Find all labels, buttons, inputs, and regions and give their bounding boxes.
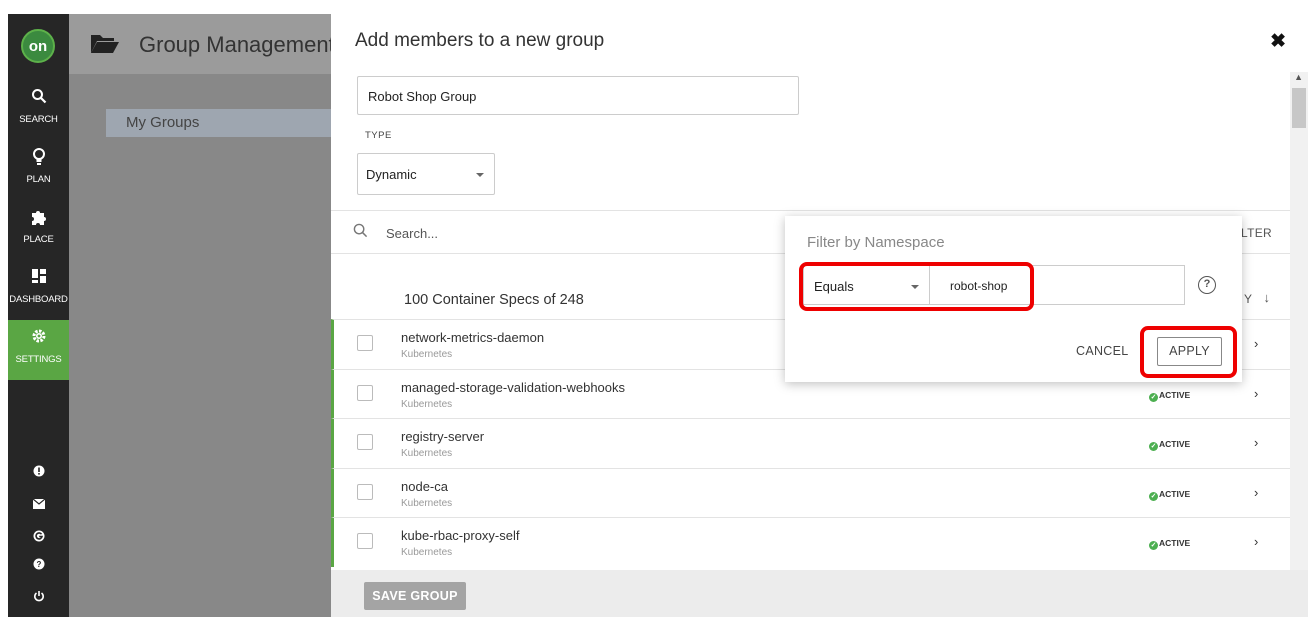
- scrollbar-thumb[interactable]: [1292, 88, 1306, 128]
- nav-plan-label: PLAN: [26, 174, 51, 185]
- table-row[interactable]: kube-rbac-proxy-self Kubernetes ✓ ACTIVE …: [331, 517, 1290, 567]
- nav-settings[interactable]: SETTINGS: [8, 320, 69, 380]
- operator-select-value: Equals: [814, 279, 854, 294]
- chevron-right-icon[interactable]: ›: [1254, 386, 1258, 401]
- row-type: Kubernetes: [401, 498, 453, 509]
- check-circle-icon: ✓: [1149, 442, 1158, 451]
- nav-dashboard[interactable]: DASHBOARD: [8, 260, 69, 320]
- left-nav: on SEARCH PLAN PLACE DASHBOARD SETTINGS …: [8, 14, 69, 617]
- row-checkbox[interactable]: [357, 434, 373, 450]
- logo[interactable]: on: [21, 29, 55, 63]
- nav-search[interactable]: SEARCH: [8, 80, 69, 140]
- nav-place-label: PLACE: [23, 234, 54, 245]
- type-select-value: Dynamic: [366, 167, 417, 182]
- popover-title: Filter by Namespace: [807, 234, 945, 251]
- arrow-down-icon[interactable]: ↓: [1264, 290, 1271, 305]
- group-name-input[interactable]: Robot Shop Group: [357, 76, 799, 115]
- row-type: Kubernetes: [401, 399, 453, 410]
- result-count: 100 Container Specs of 248: [404, 292, 584, 308]
- status-text: ACTIVE: [1159, 439, 1191, 449]
- check-circle-icon: ✓: [1149, 393, 1158, 402]
- svg-text:?: ?: [36, 560, 41, 569]
- dashboard-icon: [8, 268, 69, 289]
- status-badge: ✓ ACTIVE: [1149, 538, 1190, 550]
- status-text: ACTIVE: [1159, 538, 1191, 548]
- nav-plan[interactable]: PLAN: [8, 140, 69, 200]
- help-icon[interactable]: ?: [8, 555, 69, 577]
- row-name: node-ca: [401, 479, 448, 494]
- close-icon[interactable]: ✖: [1270, 30, 1286, 53]
- status-badge: ✓ ACTIVE: [1149, 489, 1190, 501]
- chevron-down-icon: [911, 285, 919, 289]
- nav-search-label: SEARCH: [19, 114, 58, 125]
- modal-title: Add members to a new group: [355, 30, 605, 51]
- row-type: Kubernetes: [401, 349, 453, 360]
- search-input[interactable]: Search...: [386, 226, 438, 241]
- puzzle-icon: [8, 208, 69, 231]
- namespace-input[interactable]: robot-shop: [929, 265, 1185, 305]
- chevron-right-icon[interactable]: ›: [1254, 485, 1258, 500]
- search-icon: [353, 223, 368, 242]
- row-type: Kubernetes: [401, 448, 453, 459]
- row-name: network-metrics-daemon: [401, 330, 545, 345]
- app-frame: on SEARCH PLAN PLACE DASHBOARD SETTINGS …: [8, 14, 1308, 617]
- sort-label[interactable]: Y: [1244, 292, 1252, 306]
- power-icon[interactable]: [8, 587, 69, 609]
- g-icon[interactable]: [8, 527, 69, 549]
- row-checkbox[interactable]: [357, 533, 373, 549]
- filter-popover: Filter by Namespace Equals robot-shop ? …: [785, 216, 1242, 382]
- type-label: TYPE: [365, 130, 392, 141]
- chevron-right-icon[interactable]: ›: [1254, 336, 1258, 351]
- page-title: Group Management: [139, 32, 335, 57]
- status-badge: ✓ ACTIVE: [1149, 390, 1190, 402]
- row-name: managed-storage-validation-webhooks: [401, 380, 626, 395]
- apply-button[interactable]: APPLY: [1157, 337, 1222, 366]
- row-checkbox[interactable]: [357, 335, 373, 351]
- help-icon[interactable]: ?: [1198, 276, 1216, 294]
- row-name: kube-rbac-proxy-self: [401, 528, 520, 543]
- check-circle-icon: ✓: [1149, 541, 1158, 550]
- gear-icon: [8, 328, 69, 349]
- nav-place[interactable]: PLACE: [8, 200, 69, 260]
- scroll-up-icon[interactable]: ▲: [1294, 72, 1303, 82]
- status-text: ACTIVE: [1159, 489, 1191, 499]
- add-members-modal: Add members to a new group ✖ Robot Shop …: [331, 14, 1308, 617]
- status-badge: ✓ ACTIVE: [1149, 439, 1190, 451]
- filter-button[interactable]: LTER: [1241, 226, 1272, 240]
- operator-select[interactable]: Equals: [803, 265, 929, 305]
- row-checkbox[interactable]: [357, 484, 373, 500]
- folder-icon: [90, 32, 120, 59]
- status-text: ACTIVE: [1159, 390, 1191, 400]
- search-icon: [8, 88, 69, 109]
- row-checkbox[interactable]: [357, 385, 373, 401]
- alert-icon[interactable]: [8, 462, 69, 484]
- chevron-down-icon: [476, 173, 484, 177]
- table-row[interactable]: node-ca Kubernetes ✓ ACTIVE ›: [331, 468, 1290, 518]
- cancel-button[interactable]: CANCEL: [1076, 344, 1129, 358]
- modal-footer: SAVE GROUP: [331, 570, 1308, 617]
- nav-dashboard-label: DASHBOARD: [9, 294, 68, 305]
- scrollbar[interactable]: [1290, 72, 1308, 570]
- sidebar-item-my-groups[interactable]: My Groups: [106, 109, 331, 137]
- type-select[interactable]: Dynamic: [357, 153, 495, 195]
- lightbulb-icon: [8, 148, 69, 171]
- table-row[interactable]: registry-server Kubernetes ✓ ACTIVE ›: [331, 418, 1290, 468]
- page-background: [69, 14, 331, 617]
- mail-icon[interactable]: [8, 494, 69, 516]
- row-type: Kubernetes: [401, 547, 453, 558]
- nav-settings-label: SETTINGS: [15, 354, 62, 365]
- check-circle-icon: ✓: [1149, 492, 1158, 501]
- row-name: registry-server: [401, 429, 485, 444]
- chevron-right-icon[interactable]: ›: [1254, 534, 1258, 549]
- chevron-right-icon[interactable]: ›: [1254, 435, 1258, 450]
- save-group-button[interactable]: SAVE GROUP: [364, 582, 466, 610]
